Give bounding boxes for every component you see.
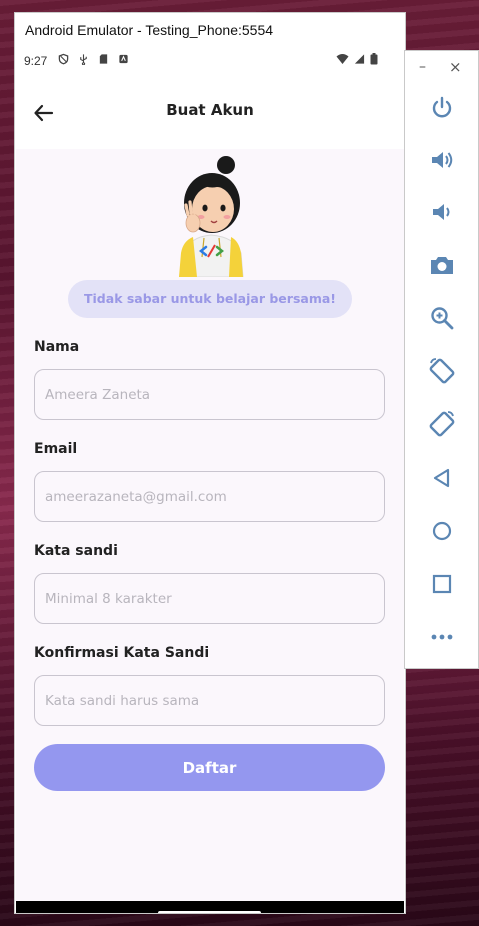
screenshot-button[interactable]: [427, 250, 457, 280]
zoom-icon: [431, 307, 454, 330]
emulator-toolbar: – ×: [405, 51, 478, 668]
mascot-illustration: [179, 156, 244, 277]
rotate-right-icon: [429, 411, 455, 437]
back-icon: [433, 468, 450, 488]
gesture-navbar: [16, 901, 404, 913]
rotate-right-button[interactable]: [427, 409, 457, 439]
email-label: Email: [34, 441, 78, 457]
volume-down-button[interactable]: [427, 197, 457, 227]
power-icon: [432, 96, 452, 118]
phone-screen: 9:27 Buat Akun Tidak sabar untuk belajar…: [16, 49, 404, 913]
status-icons-left: [58, 53, 129, 65]
battery-icon: [370, 53, 378, 65]
email-input[interactable]: [34, 471, 385, 522]
notification-icon: [119, 54, 128, 64]
zoom-button[interactable]: [427, 303, 457, 333]
password-label: Kata sandi: [34, 543, 118, 559]
more-icon: [431, 634, 453, 640]
sd-card-icon: [99, 54, 108, 64]
close-button[interactable]: ×: [449, 58, 462, 76]
emulator-title: Android Emulator - Testing_Phone:5554: [15, 13, 405, 49]
overview-icon: [432, 574, 452, 594]
register-button[interactable]: Daftar: [34, 744, 385, 791]
status-bar: 9:27: [16, 49, 404, 75]
home-gesture-handle[interactable]: [158, 911, 261, 913]
volume-up-button[interactable]: [427, 145, 457, 175]
shield-icon: [58, 53, 69, 65]
rotate-left-button[interactable]: [427, 356, 457, 386]
nav-back-button[interactable]: [427, 463, 457, 493]
confirm-password-input[interactable]: [34, 675, 385, 726]
signal-icon: [354, 54, 365, 64]
minimize-button[interactable]: –: [419, 59, 426, 75]
tagline-badge: Tidak sabar untuk belajar bersama!: [68, 280, 352, 318]
page-title: Buat Akun: [166, 101, 254, 119]
usb-icon: [80, 54, 87, 65]
nav-overview-button[interactable]: [427, 569, 457, 599]
power-button[interactable]: [427, 93, 457, 123]
wifi-icon: [336, 54, 349, 64]
confirm-password-label: Konfirmasi Kata Sandi: [34, 645, 210, 661]
status-time: 9:27: [24, 54, 48, 68]
status-icons-right: [336, 53, 378, 65]
password-input[interactable]: [34, 573, 385, 624]
name-input[interactable]: [34, 369, 385, 420]
volume-up-icon: [432, 152, 453, 168]
more-options-button[interactable]: [427, 622, 457, 652]
toolbar-window-controls: – ×: [405, 57, 478, 77]
nav-home-button[interactable]: [427, 516, 457, 546]
home-icon: [432, 521, 452, 541]
camera-icon: [431, 257, 453, 274]
volume-down-icon: [433, 204, 450, 220]
app-bar: Buat Akun: [16, 75, 404, 149]
name-label: Nama: [34, 339, 80, 355]
rotate-left-icon: [429, 358, 455, 384]
emulator-window: Android Emulator - Testing_Phone:5554 9:…: [15, 13, 405, 913]
